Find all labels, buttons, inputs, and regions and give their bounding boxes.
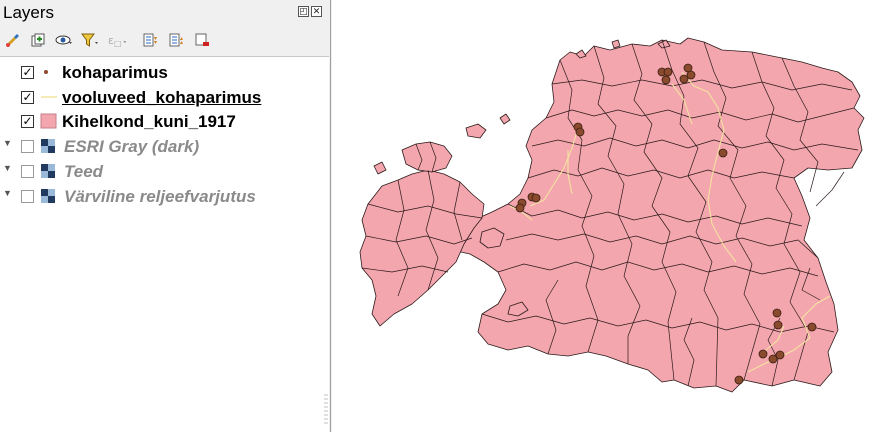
expander-chevron-icon[interactable]: ▼: [3, 163, 12, 173]
remove-layer-icon[interactable]: [192, 30, 212, 50]
layer-row-reljeef[interactable]: ▼ Värviline reljeefvarjutus: [0, 183, 329, 207]
add-group-icon[interactable]: [28, 30, 48, 50]
float-icon[interactable]: ◰: [298, 6, 309, 17]
layer-label: vooluveed_kohaparimus: [62, 88, 262, 107]
raster-layer-icon: [41, 139, 55, 153]
expander-chevron-icon[interactable]: ▼: [3, 188, 12, 198]
point-symbol-icon: [44, 70, 48, 74]
raster-layer-icon: [41, 164, 55, 178]
line-symbol-icon: [41, 96, 57, 98]
layer-checkbox[interactable]: ✓: [21, 66, 34, 79]
map-canvas[interactable]: [332, 0, 892, 432]
layer-tree: ✓ kohaparimus ✓ vooluveed_kohaparimus ✓ …: [0, 56, 329, 432]
layer-row-vooluveed[interactable]: ✓ vooluveed_kohaparimus: [0, 84, 329, 108]
panel-title-bar: Layers ◰ ✕: [0, 0, 331, 26]
layer-checkbox[interactable]: [21, 190, 34, 203]
panel-title: Layers: [3, 3, 55, 22]
layer-checkbox[interactable]: [21, 140, 34, 153]
raster-layer-icon: [41, 189, 55, 203]
layer-row-teed[interactable]: ▼ Teed: [0, 158, 329, 182]
filter-expression-icon[interactable]: ε □: [106, 30, 126, 50]
layers-toolbar: ε □: [0, 28, 331, 52]
parish-polygons: [359, 37, 865, 393]
eye-visibility-icon[interactable]: [54, 30, 74, 50]
layer-label: Värviline reljeefvarjutus: [64, 187, 256, 206]
svg-text:□: □: [114, 39, 122, 48]
layer-checkbox[interactable]: ✓: [21, 91, 34, 104]
style-manager-icon[interactable]: [3, 30, 23, 50]
layer-row-esri-gray[interactable]: ▼ ESRI Gray (dark): [0, 133, 329, 157]
layer-label: kohaparimus: [62, 63, 168, 82]
polygon-symbol-icon: [40, 113, 57, 129]
layer-row-kihelkond[interactable]: ✓ Kihelkond_kuni_1917: [0, 108, 329, 132]
layer-label: Teed: [64, 162, 104, 181]
layer-row-kohaparimus[interactable]: ✓ kohaparimus: [0, 59, 329, 83]
layer-checkbox[interactable]: [21, 165, 34, 178]
panel-resize-grip[interactable]: [323, 390, 329, 430]
layer-label: Kihelkond_kuni_1917: [62, 112, 236, 131]
layers-panel: Layers ◰ ✕ ε □ ✓ kohaparimus ✓ vooluveed…: [0, 0, 331, 432]
expander-chevron-icon[interactable]: ▼: [3, 138, 12, 148]
layer-checkbox[interactable]: ✓: [21, 115, 34, 128]
layer-label: ESRI Gray (dark): [64, 137, 200, 156]
filter-legend-icon[interactable]: [80, 30, 100, 50]
expand-all-icon[interactable]: [140, 30, 160, 50]
close-icon[interactable]: ✕: [311, 6, 322, 17]
collapse-all-icon[interactable]: [166, 30, 186, 50]
